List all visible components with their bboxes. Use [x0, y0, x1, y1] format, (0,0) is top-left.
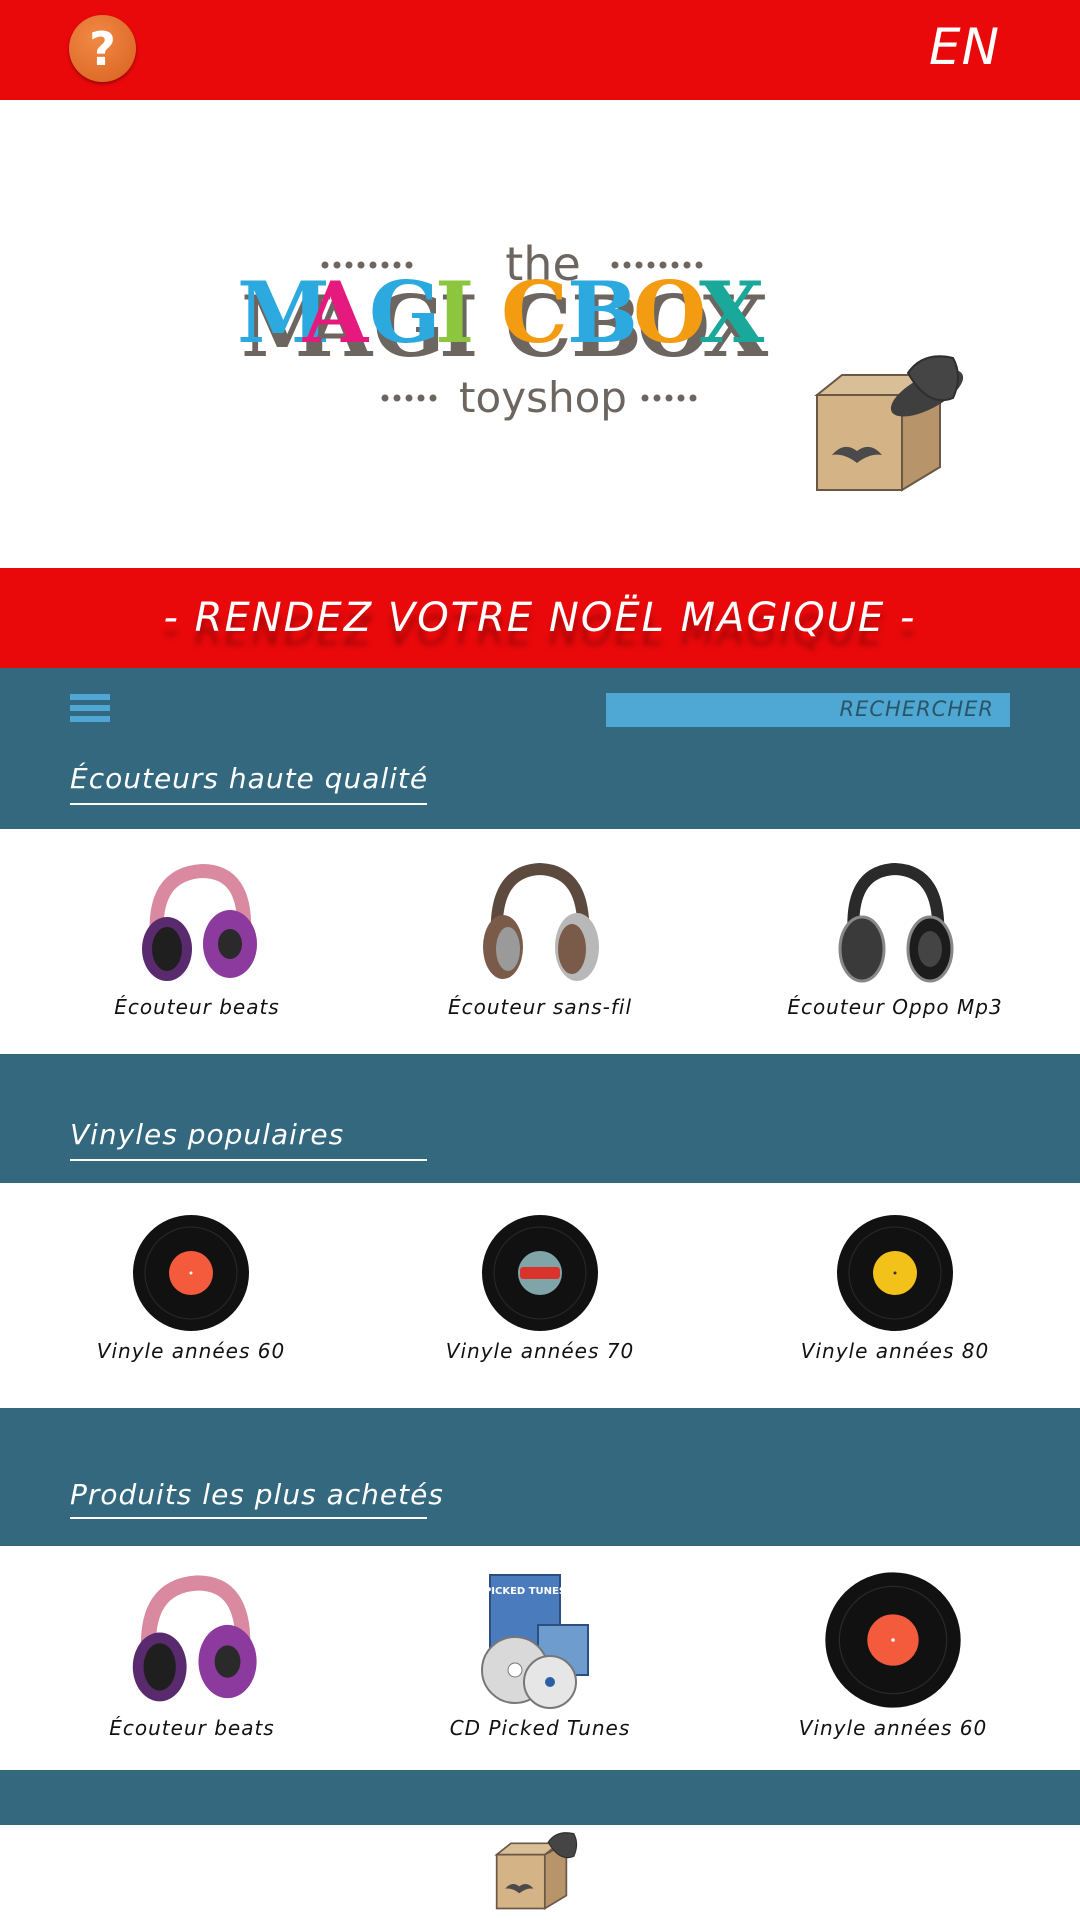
headphones-brown-icon — [483, 862, 599, 981]
headphones-black-icon — [838, 862, 954, 983]
section-title: Vinyles populaires — [70, 1118, 345, 1151]
product-card[interactable]: Vinyle années 70 — [390, 1213, 690, 1363]
question-mark-icon[interactable]: ? — [69, 15, 136, 82]
product-label: Vinyle années 60 — [798, 1716, 988, 1740]
product-label: Écouteur beats — [109, 1716, 275, 1740]
product-label: Écouteur Oppo Mp3 — [787, 995, 1003, 1019]
vinyl-red-icon — [825, 1572, 961, 1708]
headphones-purple-icon — [132, 1575, 257, 1702]
banner-text: - RENDEZ VOTRE NOËL MAGIQUE - — [163, 595, 917, 641]
logo-letter: C — [501, 263, 568, 362]
logo-letter: I — [435, 263, 474, 362]
product-card[interactable]: PICKED TUNES CD Picked Tunes — [390, 1570, 690, 1740]
logo-letter: O — [633, 263, 706, 362]
product-card[interactable]: Vinyle années 80 — [745, 1213, 1045, 1363]
product-row-bestsellers: Écouteur beats PICKED TUNES CD Picked Tu… — [0, 1546, 1080, 1770]
magicbox-logo[interactable]: the toyshop MMAA GGII CC BB OOXX — [225, 230, 845, 430]
product-card[interactable]: Écouteur sans-fil — [390, 859, 690, 1019]
product-card[interactable]: Vinyle années 60 — [41, 1213, 341, 1363]
section-header-headphones: RECHERCHER Écouteurs haute qualité — [0, 668, 1080, 829]
section-underline — [70, 803, 427, 805]
product-row-headphones: Écouteur beats Écouteur sans-fil Écouteu… — [0, 829, 1080, 1054]
logo-toyshop-text: toyshop — [459, 373, 627, 422]
magicbox-mascot-icon — [814, 355, 964, 492]
logo-brand-text: MMAA GGII CC BB OOXX — [237, 263, 769, 376]
section-header-bestsellers: Produits les plus achetés — [0, 1408, 1080, 1546]
section-title: Écouteurs haute qualité — [70, 762, 429, 795]
product-label: CD Picked Tunes — [449, 1716, 631, 1740]
promo-banner: - RENDEZ VOTRE NOËL MAGIQUE - — [0, 568, 1080, 668]
product-card[interactable]: Écouteur Oppo Mp3 — [745, 859, 1045, 1019]
footer-bar — [0, 1770, 1080, 1825]
vinyl-red-icon — [133, 1215, 249, 1331]
section-underline — [70, 1159, 427, 1161]
headphones-purple-icon — [142, 863, 257, 981]
logo-letter: X — [699, 263, 765, 362]
product-card[interactable]: Écouteur beats — [47, 859, 347, 1019]
logo-letter: B — [567, 263, 638, 362]
cd-picked-tunes-icon: PICKED TUNES — [481, 1574, 589, 1709]
logo-area: the toyshop MMAAGGIICCBBOOXX — [0, 100, 1080, 568]
vinyl-yellow-icon — [837, 1215, 953, 1331]
logo-letter: G — [369, 263, 441, 362]
logo-letter: A — [302, 263, 370, 362]
product-label: Vinyle années 80 — [800, 1339, 990, 1363]
section-underline — [70, 1517, 427, 1519]
magicbox-mascot-icon[interactable] — [492, 1832, 592, 1917]
top-bar: ? EN — [0, 0, 1080, 100]
vinyl-retro-icon — [482, 1215, 598, 1331]
product-label: Écouteur sans-fil — [447, 995, 633, 1019]
hamburger-menu-icon[interactable] — [70, 694, 110, 728]
product-label: Vinyle années 60 — [96, 1339, 286, 1363]
product-label: Écouteur beats — [114, 995, 280, 1019]
section-header-vinyls: Vinyles populaires — [0, 1054, 1080, 1183]
product-card[interactable]: Vinyle années 60 — [743, 1570, 1043, 1740]
language-toggle[interactable]: EN — [929, 18, 1000, 76]
product-card[interactable]: Écouteur beats — [42, 1570, 342, 1740]
search-input[interactable]: RECHERCHER — [606, 693, 1010, 727]
product-label: Vinyle années 70 — [445, 1339, 635, 1363]
product-row-vinyls: Vinyle années 60 Vinyle années 70 Vinyle… — [0, 1183, 1080, 1408]
cd-title-text: PICKED TUNES — [484, 1586, 566, 1597]
section-title: Produits les plus achetés — [70, 1478, 444, 1511]
